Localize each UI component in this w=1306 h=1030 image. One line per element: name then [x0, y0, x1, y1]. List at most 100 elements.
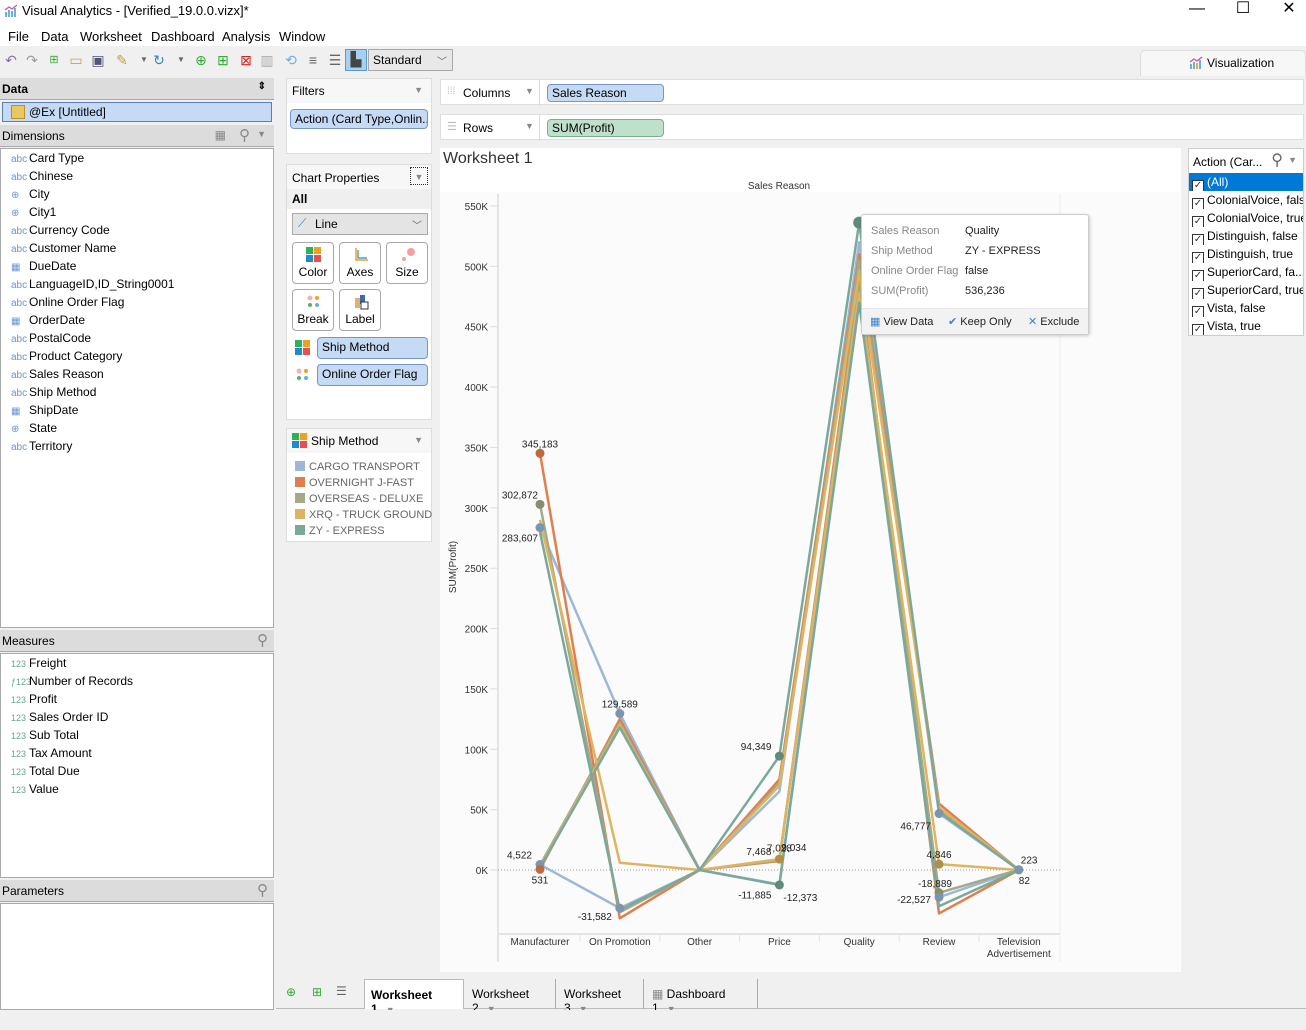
new-dashboard-icon[interactable]: ⊞ — [214, 51, 232, 69]
measure-item[interactable]: 123 Freight — [1, 654, 273, 672]
data-point[interactable] — [774, 880, 784, 890]
dropdown-arrow-icon[interactable]: ▼ — [1288, 155, 1297, 165]
filter-option[interactable]: ✓ (All) — [1189, 173, 1303, 191]
scope-all[interactable]: All — [287, 189, 431, 209]
new-icon[interactable]: ⊞ — [45, 51, 63, 69]
dimension-item[interactable]: abc Territory — [1, 437, 273, 455]
exclude-action[interactable]: ✕ Exclude — [1028, 315, 1079, 328]
filter-option[interactable]: ✓ Distinguish, true — [1189, 245, 1303, 263]
filter-option[interactable]: ✓ Distinguish, false — [1189, 227, 1303, 245]
break-button[interactable]: Break — [292, 289, 334, 331]
legend-item[interactable]: CARGO TRANSPORT — [287, 459, 431, 475]
mark-type-dropdown[interactable]: ⟋ Line ﹀ — [292, 213, 428, 235]
tab-worksheet[interactable]: Worksheet 3 ▼ — [558, 979, 644, 1015]
legend-item[interactable]: XRQ - TRUCK GROUND — [287, 507, 432, 523]
dimension-item[interactable]: abc PostalCode — [1, 329, 273, 347]
new-worksheet-icon[interactable]: ⊕ — [192, 51, 210, 69]
dropdown-arrow-icon[interactable]: ▼ — [414, 85, 423, 95]
measure-item[interactable]: 123 Total Due — [1, 762, 273, 780]
checkbox[interactable]: ✓ — [1192, 234, 1204, 245]
filter-option[interactable]: ✓ Vista, true — [1189, 317, 1303, 335]
bar-chart-icon[interactable]: ▥ — [258, 51, 276, 69]
close-button[interactable]: ✕ — [1266, 0, 1306, 22]
menu-data[interactable]: Data — [41, 29, 68, 44]
visualization-tab[interactable]: Visualization — [1140, 50, 1306, 76]
checkbox[interactable]: ✓ — [1192, 306, 1204, 317]
sort-toggle-icon[interactable]: ⇕ — [258, 81, 266, 92]
new-dashboard-icon[interactable]: ⊞ — [312, 985, 322, 999]
open-icon[interactable]: ▭ — [67, 51, 85, 69]
dimension-item[interactable]: abc Sales Reason — [1, 365, 273, 383]
dimension-item[interactable]: ⊕ State — [1, 419, 273, 437]
dropdown-arrow-icon[interactable]: ▼ — [410, 167, 428, 185]
rows-pill[interactable]: SUM(Profit) — [547, 119, 664, 137]
checkbox[interactable]: ✓ — [1192, 270, 1204, 281]
dimension-item[interactable]: abc Customer Name — [1, 239, 273, 257]
checkbox[interactable]: ✓ — [1192, 288, 1204, 299]
checkbox[interactable]: ✓ — [1192, 252, 1204, 263]
data-point[interactable] — [774, 854, 784, 864]
sort-ascending-icon[interactable]: ≡ — [304, 51, 322, 69]
menu-worksheet[interactable]: Worksheet — [80, 29, 142, 44]
measure-item[interactable]: 123 Sub Total — [1, 726, 273, 744]
break-encoding-pill[interactable]: Online Order Flag — [317, 364, 428, 386]
dropdown-arrow-icon[interactable]: ▼ — [525, 121, 534, 131]
dropdown-arrow-icon[interactable]: ▼ — [525, 86, 534, 96]
sheet-list-icon[interactable]: ☰ — [336, 984, 347, 998]
color-encoding-pill[interactable]: Ship Method — [317, 337, 428, 359]
search-icon[interactable]: ⚲ — [239, 126, 250, 144]
checkbox[interactable]: ✓ — [1192, 180, 1204, 191]
dimension-item[interactable]: ⊕ City — [1, 185, 273, 203]
columns-pill[interactable]: Sales Reason — [547, 84, 664, 102]
dimension-item[interactable]: abc Chinese — [1, 167, 273, 185]
filter-pill[interactable]: Action (Card Type,Onlin... — [290, 109, 428, 129]
show-labels-icon[interactable]: ▙ — [345, 49, 367, 71]
menu-analysis[interactable]: Analysis — [222, 29, 270, 44]
search-icon[interactable]: ⚲ — [1271, 150, 1283, 170]
legend-item[interactable]: ZY - EXPRESS — [287, 523, 431, 539]
redo-icon[interactable]: ↷ — [23, 51, 41, 69]
filter-option[interactable]: ✓ SuperiorCard, true — [1189, 281, 1303, 299]
legend-item[interactable]: OVERNIGHT J-FAST — [287, 475, 431, 491]
view-data-action[interactable]: ▦ View Data — [870, 315, 933, 328]
new-worksheet-icon[interactable]: ⊕ — [286, 985, 296, 999]
table-view-icon[interactable]: ▦ — [215, 128, 226, 142]
checkbox[interactable]: ✓ — [1192, 324, 1204, 335]
data-point[interactable] — [615, 903, 625, 913]
minimize-button[interactable]: — — [1174, 0, 1220, 22]
data-point[interactable] — [535, 864, 545, 874]
swap-icon[interactable]: ⟲ — [282, 51, 300, 69]
checkbox[interactable]: ✓ — [1192, 216, 1204, 227]
dropdown-arrow-icon[interactable]: ▼ — [414, 435, 423, 445]
refresh-dropdown-icon[interactable]: ▼ — [172, 51, 190, 69]
color-button[interactable]: Color — [292, 242, 334, 284]
menu-dashboard[interactable]: Dashboard — [151, 29, 215, 44]
menu-window[interactable]: Window — [279, 29, 325, 44]
axes-button[interactable]: Axes — [339, 242, 381, 284]
tab-dashboard[interactable]: ▦ Dashboard 1 ▼ — [646, 979, 758, 1015]
dimension-item[interactable]: abc Card Type — [1, 149, 273, 167]
connect-icon[interactable]: ✎ — [113, 51, 131, 69]
dropdown-arrow-icon[interactable]: ▼ — [257, 129, 266, 139]
data-point[interactable] — [774, 751, 784, 761]
measure-item[interactable]: 123 Tax Amount — [1, 744, 273, 762]
filter-option[interactable]: ✓ Vista, false — [1189, 299, 1303, 317]
view-mode-dropdown[interactable]: Standard ﹀ — [368, 49, 453, 71]
search-icon[interactable]: ⚲ — [257, 631, 268, 649]
dimension-item[interactable]: ▦ ShipDate — [1, 401, 273, 419]
undo-icon[interactable]: ↶ — [2, 51, 20, 69]
filter-option[interactable]: ✓ SuperiorCard, fa... — [1189, 263, 1303, 281]
measure-item[interactable]: ƒ123Number of Records — [1, 672, 273, 690]
tab-worksheet[interactable]: Worksheet 2 ▼ — [466, 979, 556, 1015]
keep-only-action[interactable]: ✔ Keep Only — [948, 315, 1012, 328]
size-button[interactable]: Size — [386, 242, 428, 284]
maximize-button[interactable]: ☐ — [1220, 0, 1266, 22]
dimension-item[interactable]: abc Online Order Flag — [1, 293, 273, 311]
data-point[interactable] — [535, 523, 545, 533]
dimension-item[interactable]: abc Product Category — [1, 347, 273, 365]
search-icon[interactable]: ⚲ — [257, 881, 268, 899]
filter-option[interactable]: ✓ ColonialVoice, false — [1189, 191, 1303, 209]
dimension-item[interactable]: abc Currency Code — [1, 221, 273, 239]
legend-item[interactable]: OVERSEAS - DELUXE — [287, 491, 431, 507]
dimension-item[interactable]: abc LanguageID,ID_String0001 — [1, 275, 273, 293]
